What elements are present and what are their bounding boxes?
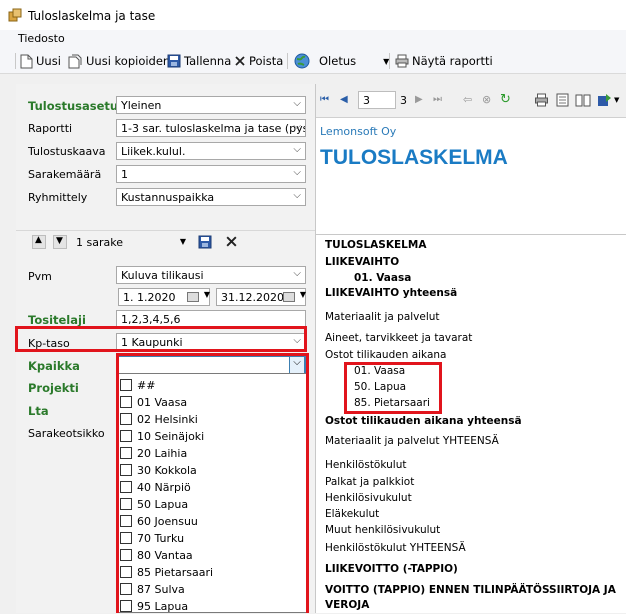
highlight-report-entries bbox=[344, 362, 442, 414]
column-selector-value: 1 sarake bbox=[76, 236, 123, 249]
report-line: Aineet, tarvikkeet ja tavarat bbox=[325, 332, 473, 344]
report-line: LIIKEVAIHTO bbox=[325, 256, 400, 268]
dropdown-arrow-icon: ▼ bbox=[179, 237, 186, 246]
report-value: 1-3 sar. tuloslaskelma ja tase (pysty) bbox=[121, 122, 306, 135]
copy-document-icon bbox=[68, 54, 82, 68]
delete-button-label: Poista bbox=[249, 54, 284, 68]
column-count-value: 1 bbox=[121, 168, 128, 181]
report-line: LIIKEVOITTO (-TAPPIO) bbox=[325, 563, 458, 575]
lta-label: Lta bbox=[28, 404, 49, 418]
grouping-label: Ryhmittely bbox=[28, 191, 88, 204]
report-line: Ostot tilikauden aikana bbox=[325, 349, 447, 361]
column-count-combo[interactable]: 1 ⌵ bbox=[116, 165, 306, 183]
report-line: Materiaalit ja palvelut bbox=[325, 311, 440, 323]
save-button[interactable]: Tallenna bbox=[167, 52, 231, 70]
dropdown-arrow-icon: ▼ bbox=[299, 290, 306, 299]
move-down-button[interactable]: ▼ bbox=[53, 235, 67, 249]
chevron-down-icon: ⌵ bbox=[293, 167, 301, 178]
report-viewer: ⏮ ◀ 3 3 ▶ ⏭ ⇦ ⊗ ↻ ▼ Lemonsoft Oy TULOSLA… bbox=[315, 84, 626, 613]
arrow-down-icon: ▼ bbox=[56, 236, 63, 246]
toolbar-separator bbox=[15, 53, 16, 69]
calendar-icon bbox=[283, 292, 295, 302]
window-title: Tuloslaskelma ja tase bbox=[28, 9, 156, 23]
title-bar: Tuloslaskelma ja tase bbox=[0, 0, 626, 30]
toolbar-separator bbox=[287, 53, 288, 69]
move-up-button[interactable]: ▲ bbox=[32, 235, 46, 249]
report-line: VEROJA bbox=[325, 599, 370, 611]
main-toolbar: Uusi Uusi kopioiden Tallenna Poista Olet… bbox=[0, 48, 626, 74]
highlight-kp-level bbox=[15, 326, 307, 352]
report-line: 01. Vaasa bbox=[354, 272, 412, 284]
new-document-icon bbox=[20, 54, 33, 68]
chevron-down-icon: ⌵ bbox=[293, 268, 301, 279]
chevron-down-icon: ⌵ bbox=[293, 98, 301, 109]
report-line: LIIKEVAIHTO yhteensä bbox=[325, 287, 458, 299]
print-setting-value: Yleinen bbox=[121, 99, 162, 112]
report-line: Henkilöstökulut bbox=[325, 459, 407, 471]
save-button-label: Tallenna bbox=[184, 54, 232, 68]
grouping-value: Kustannuspaikka bbox=[121, 191, 215, 204]
show-report-button[interactable]: Näytä raportti bbox=[395, 52, 493, 70]
report-line: Palkat ja palkkiot bbox=[325, 476, 415, 488]
report-line: Henkilöstökulut YHTEENSÄ bbox=[325, 542, 466, 554]
print-formula-combo[interactable]: Liikek.kulul. ⌵ bbox=[116, 142, 306, 160]
date-label: Pvm bbox=[28, 270, 52, 283]
report-body: TULOSLASKELMA LIIKEVAIHTO 01. Vaasa LIIKEVA… bbox=[316, 84, 626, 613]
calendar-icon bbox=[187, 292, 199, 302]
highlight-kpaikka-list bbox=[116, 353, 309, 613]
print-formula-label: Tulostuskaava bbox=[28, 145, 106, 158]
app-icon bbox=[8, 8, 22, 22]
chevron-down-icon: ⌵ bbox=[293, 190, 301, 201]
floppy-disk-icon bbox=[167, 54, 181, 68]
new-copy-button[interactable]: Uusi kopioiden bbox=[68, 52, 170, 70]
date-combo[interactable]: Kuluva tilikausi ⌵ bbox=[116, 266, 306, 284]
chevron-down-icon: ⌵ bbox=[293, 144, 301, 155]
default-dropdown-label: Oletus bbox=[319, 54, 357, 68]
new-copy-button-label: Uusi kopioiden bbox=[86, 54, 171, 68]
date-from-value: 1. 1.2020 bbox=[123, 291, 176, 304]
date-from-picker[interactable]: 1. 1.2020 ▼ bbox=[118, 288, 210, 306]
close-x-icon bbox=[235, 56, 245, 66]
menu-bar: Tiedosto bbox=[0, 30, 626, 48]
report-line: TULOSLASKELMA bbox=[325, 239, 427, 251]
dropdown-arrow-icon: ▼ bbox=[203, 290, 210, 299]
globe-icon bbox=[294, 53, 310, 69]
printer-icon bbox=[395, 54, 409, 68]
report-line: Muut henkilösivukulut bbox=[325, 524, 441, 536]
chevron-down-icon: ⌵ bbox=[293, 121, 301, 132]
report-line: Materiaalit ja palvelut YHTEENSÄ bbox=[325, 435, 499, 447]
default-dropdown[interactable]: Oletus ▼ bbox=[294, 52, 389, 70]
show-report-button-label: Näytä raportti bbox=[412, 54, 493, 68]
toolbar-separator bbox=[389, 53, 390, 69]
date-value: Kuluva tilikausi bbox=[121, 269, 204, 282]
date-to-value: 31.12.2020 bbox=[221, 291, 284, 304]
new-button[interactable]: Uusi bbox=[20, 52, 61, 70]
menu-file[interactable]: Tiedosto bbox=[18, 32, 65, 45]
project-label: Projekti bbox=[28, 381, 79, 395]
arrow-up-icon: ▲ bbox=[35, 235, 42, 245]
report-line: Henkilösivukulut bbox=[325, 492, 412, 504]
column-heading-label: Sarakeotsikko bbox=[28, 427, 105, 440]
save-column-icon[interactable] bbox=[198, 235, 212, 249]
print-setting-label: Tulostusasetus bbox=[28, 99, 125, 113]
column-selector[interactable]: 1 sarake ▼ bbox=[76, 234, 188, 251]
report-line: VOITTO (TAPPIO) ENNEN TILINPÄÄTÖSSIIRTOJ… bbox=[325, 584, 616, 596]
print-setting-combo[interactable]: Yleinen ⌵ bbox=[116, 96, 306, 114]
column-count-label: Sarakemäärä bbox=[28, 168, 102, 181]
divider bbox=[16, 230, 315, 231]
grouping-combo[interactable]: Kustannuspaikka ⌵ bbox=[116, 188, 306, 206]
kpaikka-label: Kpaikka bbox=[28, 359, 80, 373]
report-label: Raportti bbox=[28, 122, 73, 135]
date-to-picker[interactable]: 31.12.2020 ▼ bbox=[216, 288, 306, 306]
report-combo[interactable]: 1-3 sar. tuloslaskelma ja tase (pysty) ⌵ bbox=[116, 119, 306, 137]
delete-column-icon[interactable] bbox=[225, 235, 238, 248]
delete-button[interactable]: Poista bbox=[234, 52, 283, 70]
voucher-type-label: Tositelaji bbox=[28, 313, 86, 327]
report-line: Eläkekulut bbox=[325, 508, 380, 520]
report-line: Ostot tilikauden aikana yhteensä bbox=[325, 415, 522, 427]
new-button-label: Uusi bbox=[36, 54, 61, 68]
voucher-type-value: 1,2,3,4,5,6 bbox=[121, 313, 181, 326]
print-formula-value: Liikek.kulul. bbox=[121, 145, 186, 158]
